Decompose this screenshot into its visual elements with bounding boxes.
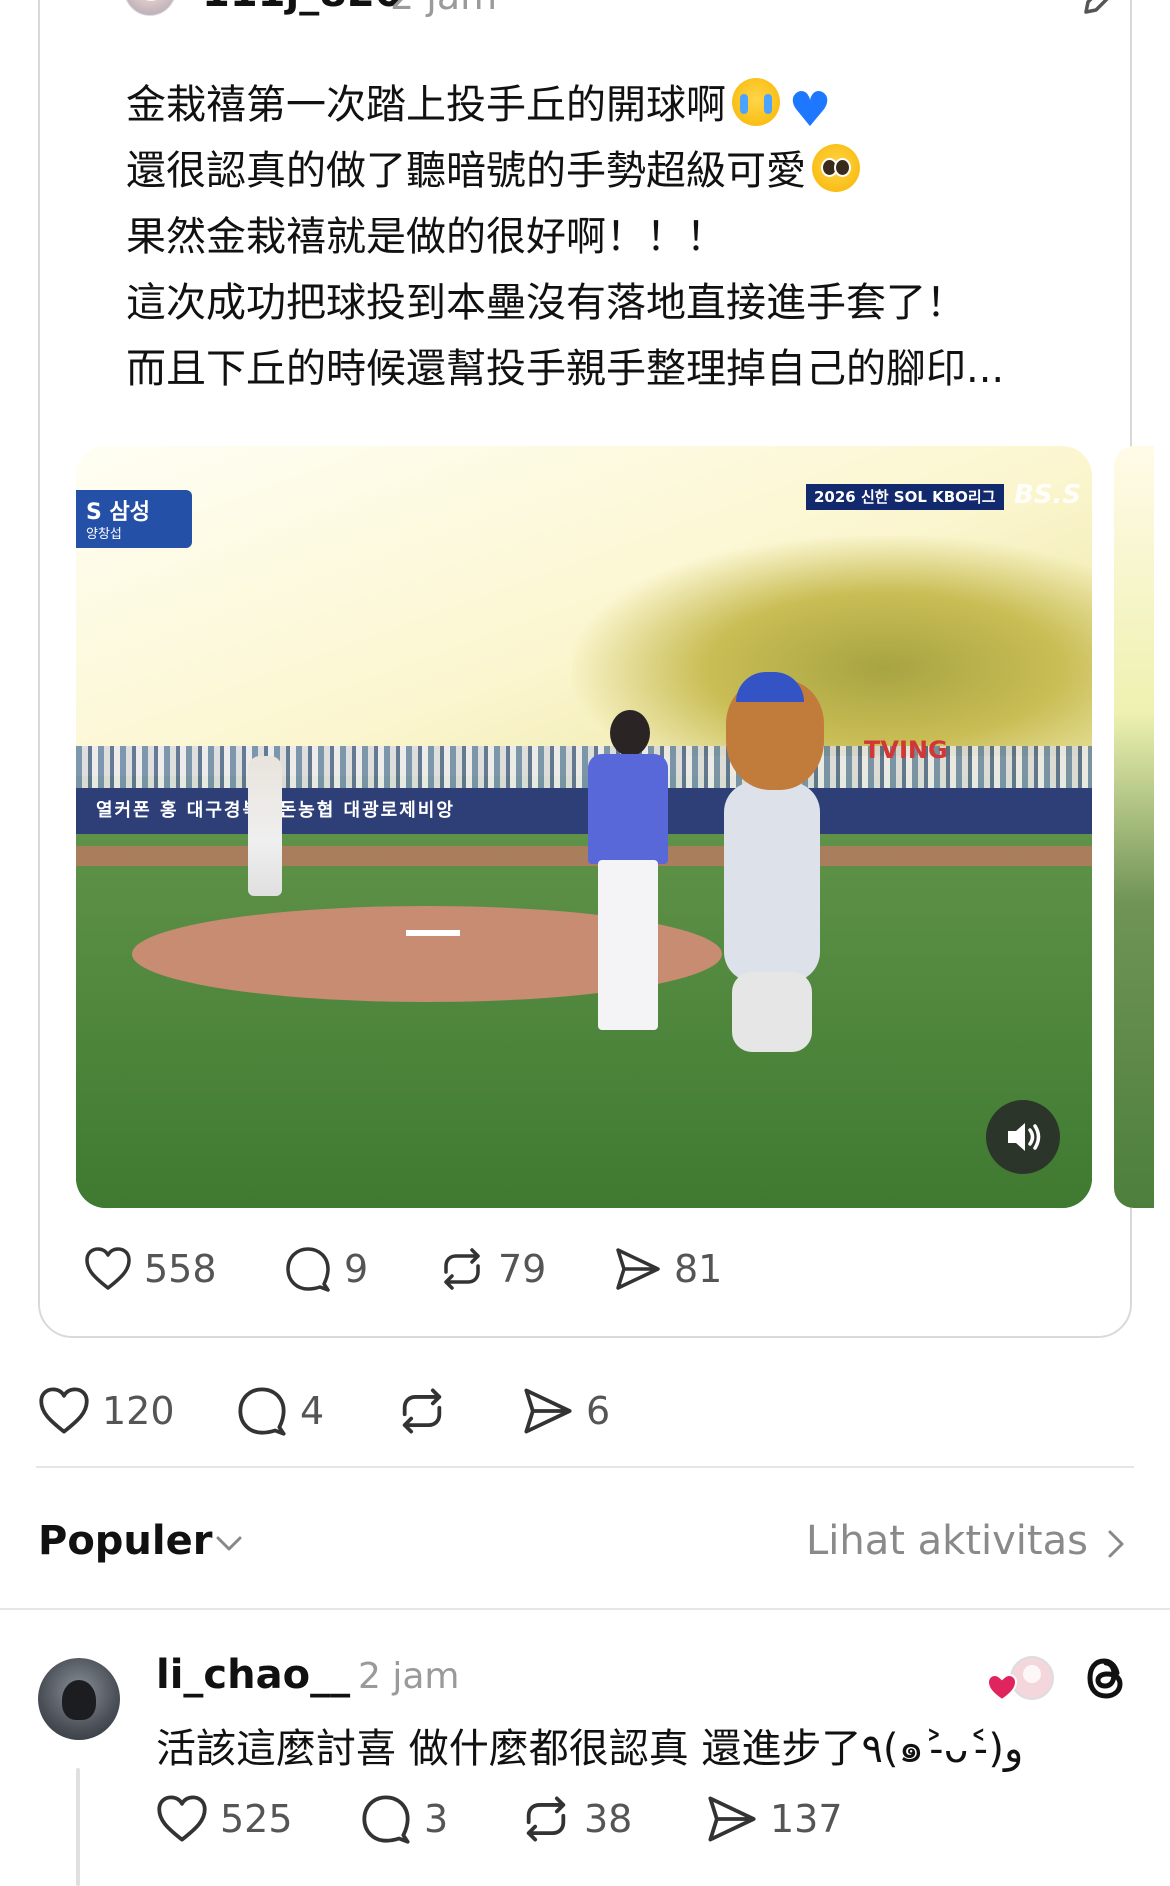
send-icon [616, 1248, 660, 1290]
comment-reply-count: 3 [424, 1797, 449, 1841]
next-media-preview[interactable] [1114, 446, 1154, 1208]
post-comment-button[interactable]: 4 [236, 1386, 324, 1436]
video-field [76, 834, 1092, 1208]
blue-heart-icon: ♥ [788, 82, 832, 138]
quoted-author-username[interactable]: 111j_820 [202, 0, 403, 16]
comment-icon [238, 1387, 286, 1436]
quoted-share-button[interactable]: 81 [614, 1246, 722, 1292]
comment-reply-button[interactable]: 3 [360, 1794, 448, 1844]
quoted-like-count: 558 [144, 1247, 217, 1291]
comment-text: 活該這麼討喜 做什麼都很認真 還進步了٩(๑˃̵ᴗ˂̵)و [156, 1726, 1024, 1772]
score-bug-prefix: S [86, 500, 102, 525]
post-line-2: 還很認真的做了聽暗號的手勢超級可愛 [126, 138, 1126, 204]
comment-like-button[interactable]: 525 [156, 1794, 293, 1844]
quoted-post-time: 2 jam [390, 0, 497, 18]
heart-icon [85, 1247, 131, 1290]
quoted-share-count: 81 [674, 1247, 723, 1291]
comment-time: 2 jam [358, 1656, 460, 1697]
heart-icon [39, 1387, 89, 1434]
comment-repost-count: 38 [584, 1797, 633, 1841]
edit-icon[interactable] [1076, 0, 1126, 22]
sort-divider [0, 1608, 1170, 1610]
post-line-1: 金栽禧第一次踏上投手丘的開球啊 ♥ [126, 72, 1126, 138]
commenter-avatar[interactable] [38, 1658, 120, 1740]
post-comment-count: 4 [300, 1389, 325, 1433]
video-score-bug: S 삼성 양창섭 [76, 490, 192, 548]
post-line-3: 果然金栽禧就是做的很好啊！！！ [126, 214, 726, 260]
comment-repost-button[interactable]: 38 [520, 1794, 632, 1844]
quoted-author-avatar[interactable] [124, 0, 176, 16]
send-icon [708, 1796, 756, 1842]
comment-icon [286, 1247, 330, 1292]
comment-icon [362, 1795, 410, 1844]
section-divider [36, 1466, 1134, 1468]
league-badge: 2026 신한 SOL KBO리그 [806, 484, 1004, 510]
author-liked-badge-icon [986, 1656, 1054, 1702]
speaker-icon [1008, 1123, 1041, 1151]
quoted-like-button[interactable]: 558 [84, 1246, 217, 1292]
quoted-comment-count: 9 [344, 1247, 369, 1291]
post-line-5: 而且下丘的時候還幫投手親手整理掉自己的腳印... [126, 346, 1005, 392]
post-like-button[interactable]: 120 [38, 1386, 175, 1436]
comment-share-count: 137 [770, 1797, 843, 1841]
comment-share-button[interactable]: 137 [706, 1794, 843, 1844]
score-bug-sub: 양창섭 [86, 527, 122, 542]
quoted-repost-count: 79 [498, 1247, 547, 1291]
comment-like-count: 525 [220, 1797, 293, 1841]
threads-logo-icon[interactable] [1080, 1650, 1132, 1706]
video-player-figure [588, 710, 668, 1040]
video-warning-track [76, 846, 1092, 866]
video-mascot-figure [718, 672, 828, 1052]
video-catcher-figure [248, 756, 282, 896]
score-bug-team: 삼성 [109, 500, 151, 525]
pleading-face-icon [812, 144, 860, 192]
sort-dropdown-label[interactable]: Populer [38, 1518, 212, 1564]
repost-icon [526, 1796, 566, 1842]
post-like-count: 120 [102, 1389, 175, 1433]
broadcaster-watermark: BS.S [1014, 480, 1082, 510]
video-player[interactable]: 열커폰 홍 대구경북양돈농협 대광로제비앙 S 삼성 양창섭 2026 신한 S… [76, 446, 1092, 1208]
video-pitching-rubber [406, 930, 460, 936]
view-activity-link[interactable]: Lihat aktivitas [806, 1518, 1088, 1564]
loudly-crying-face-icon [732, 78, 780, 126]
repost-icon [444, 1248, 480, 1290]
mute-toggle-button[interactable] [986, 1100, 1060, 1174]
post-line-4: 這次成功把球投到本壘沒有落地直接進手套了！ [126, 280, 966, 326]
post-share-button[interactable]: 6 [522, 1386, 610, 1436]
quoted-post-text: 金栽禧第一次踏上投手丘的開球啊 ♥ 還很認真的做了聽暗號的手勢超級可愛 果然金栽禧… [126, 72, 1126, 402]
send-icon [524, 1388, 572, 1434]
commenter-username[interactable]: li_chao__ [156, 1652, 350, 1698]
post-repost-button[interactable] [396, 1386, 460, 1436]
sponsor-sign: TVING [864, 736, 948, 764]
post-share-count: 6 [586, 1389, 611, 1433]
repost-icon [402, 1388, 442, 1434]
quoted-repost-button[interactable]: 79 [438, 1246, 546, 1292]
thread-line [76, 1768, 80, 1886]
heart-icon [157, 1795, 207, 1842]
quoted-comment-button[interactable]: 9 [284, 1246, 368, 1292]
chevron-down-icon[interactable] [212, 1530, 246, 1558]
chevron-right-icon[interactable] [1104, 1524, 1128, 1564]
